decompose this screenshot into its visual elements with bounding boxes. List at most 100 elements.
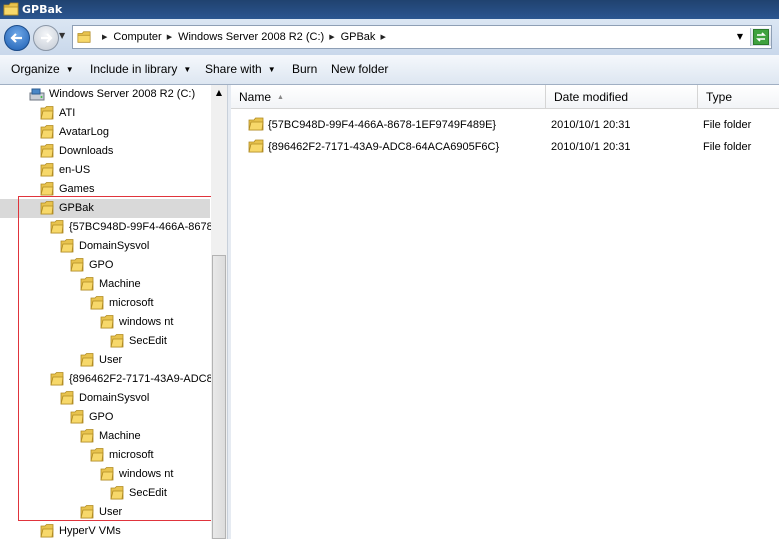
tree-item-drive[interactable]: Windows Server 2008 R2 (C:) xyxy=(0,85,210,104)
breadcrumb-drive[interactable]: Windows Server 2008 R2 (C:) xyxy=(178,31,324,43)
breadcrumb-arrow[interactable]: ▶ xyxy=(167,27,172,49)
file-row[interactable]: {57BC948D-99F4-466A-8678-1EF9749F489E} 2… xyxy=(231,114,779,136)
folder-icon xyxy=(80,353,94,371)
address-dropdown[interactable]: ▼ xyxy=(732,26,748,48)
tree-item[interactable]: Machine xyxy=(0,275,210,294)
tree-item[interactable]: microsoft xyxy=(0,446,210,465)
tree-item-label: Windows Server 2008 R2 (C:) xyxy=(49,88,196,100)
tree-item[interactable]: ATI xyxy=(0,104,210,123)
folder-icon xyxy=(80,429,94,447)
breadcrumb-gpbak[interactable]: GPBak xyxy=(341,31,376,43)
tree-item[interactable]: SecEdit xyxy=(0,332,210,351)
share-with-label: Share with xyxy=(205,62,262,76)
tree-item[interactable]: User xyxy=(0,351,210,370)
tree-item[interactable]: DomainSysvol xyxy=(0,389,210,408)
tree-item[interactable]: User xyxy=(0,503,210,522)
tree-item[interactable]: windows nt xyxy=(0,465,210,484)
recent-pages-dropdown[interactable]: ▼ xyxy=(59,31,65,40)
folder-icon xyxy=(60,391,74,409)
back-button[interactable] xyxy=(4,25,30,51)
column-header-label: Type xyxy=(706,90,733,104)
tree-item[interactable]: GPO xyxy=(0,408,210,427)
scroll-up-arrow-icon[interactable]: ▲ xyxy=(211,85,227,101)
tree-item-label: GPO xyxy=(89,411,114,423)
tree-item[interactable]: en-US xyxy=(0,161,210,180)
breadcrumb-root-arrow[interactable]: ▶ xyxy=(102,27,107,49)
breadcrumb-arrow[interactable]: ▶ xyxy=(380,27,385,49)
folder-icon xyxy=(80,277,94,295)
tree-item[interactable]: Downloads xyxy=(0,142,210,161)
file-name: {57BC948D-99F4-466A-8678-1EF9749F489E} xyxy=(268,119,497,131)
folder-icon xyxy=(60,239,74,257)
forward-arrow-icon xyxy=(41,33,53,43)
tree-item[interactable]: GPBak xyxy=(0,199,210,218)
breadcrumb-computer[interactable]: Computer xyxy=(113,31,161,43)
burn-button[interactable]: Burn xyxy=(292,62,317,76)
tree-item-label: {896462F2-7171-43A9-ADC8 xyxy=(69,373,213,385)
scrollbar-thumb[interactable] xyxy=(212,255,226,539)
folder-icon xyxy=(50,372,64,390)
folder-icon xyxy=(40,201,54,219)
tree-item-label: AvatarLog xyxy=(59,126,109,138)
tree-item[interactable]: AvatarLog xyxy=(0,123,210,142)
file-date: 2010/10/1 20:31 xyxy=(551,119,631,131)
folder-icon xyxy=(40,163,54,181)
tree-item[interactable]: windows nt xyxy=(0,313,210,332)
column-header-label: Name xyxy=(239,90,272,104)
tree-item-label: microsoft xyxy=(109,449,154,461)
tree-item[interactable]: {57BC948D-99F4-466A-8678 xyxy=(0,218,213,238)
tree-item-label: microsoft xyxy=(109,297,154,309)
tree-item[interactable]: {896462F2-7171-43A9-ADC8 xyxy=(0,370,213,390)
new-folder-button[interactable]: New folder xyxy=(331,62,388,76)
folder-icon xyxy=(40,125,54,143)
organize-label: Organize xyxy=(11,62,60,76)
file-type: File folder xyxy=(703,141,752,153)
column-header-type[interactable]: Type xyxy=(698,85,779,109)
folder-icon xyxy=(50,220,64,238)
file-type: File folder xyxy=(703,119,752,131)
share-with-menu[interactable]: Share with ▼ xyxy=(205,62,276,76)
tree-item-label: Downloads xyxy=(59,145,114,157)
tree-item[interactable]: GPO xyxy=(0,256,210,275)
address-bar[interactable]: ▶ Computer ▶ Windows Server 2008 R2 (C:) ▶ GP… xyxy=(72,25,772,49)
tree-item[interactable]: Machine xyxy=(0,427,210,446)
tree-item[interactable]: SecEdit xyxy=(0,484,210,503)
folder-icon xyxy=(70,410,84,428)
tree-item[interactable]: DomainSysvol xyxy=(0,237,210,256)
sort-ascending-icon: ▲ xyxy=(277,94,284,101)
refresh-button[interactable] xyxy=(750,28,771,46)
tree-item[interactable]: HyperV VMs xyxy=(0,522,210,539)
tree-item[interactable]: Games xyxy=(0,180,210,199)
column-header-date-modified[interactable]: Date modified xyxy=(546,85,698,109)
tree-item-label: User xyxy=(99,506,123,518)
tree-item-label: GPBak xyxy=(59,202,94,214)
tree-item-label: DomainSysvol xyxy=(79,392,150,404)
folder-icon xyxy=(100,315,114,333)
address-row: ▼ ▶ Computer ▶ Windows Server 2008 R2 (C:) ▶… xyxy=(0,19,779,55)
command-bar: Organize ▼ Include in library ▼ Share with… xyxy=(0,55,779,85)
tree-item-label: Machine xyxy=(99,278,141,290)
organize-menu[interactable]: Organize ▼ xyxy=(11,62,74,76)
include-in-library-menu[interactable]: Include in library ▼ xyxy=(90,62,191,76)
file-list: Name ▲ Date modified Type {57BC948D-99F4-… xyxy=(231,85,779,539)
back-arrow-icon xyxy=(10,33,22,43)
tree-item[interactable]: microsoft xyxy=(0,294,210,313)
tree-scrollbar[interactable]: ▲ xyxy=(211,85,227,539)
breadcrumb-arrow[interactable]: ▶ xyxy=(329,27,334,49)
tree-item-label: windows nt xyxy=(119,468,174,480)
tree-item-label: Games xyxy=(59,183,95,195)
refresh-icon xyxy=(753,29,769,45)
chevron-down-icon: ▼ xyxy=(267,65,276,74)
tree-item-label: DomainSysvol xyxy=(79,240,150,252)
tree-item-label: windows nt xyxy=(119,316,174,328)
column-header-label: Date modified xyxy=(554,90,629,104)
folder-icon xyxy=(3,2,19,19)
forward-button[interactable] xyxy=(33,25,59,51)
folder-icon xyxy=(100,467,114,485)
tree-item-label: User xyxy=(99,354,123,366)
column-header-name[interactable]: Name ▲ xyxy=(231,85,546,109)
file-row[interactable]: {896462F2-7171-43A9-ADC8-64ACA6905F6C} 2… xyxy=(231,136,779,158)
folder-icon xyxy=(248,139,264,157)
folder-icon xyxy=(110,486,124,504)
folder-icon xyxy=(40,182,54,200)
